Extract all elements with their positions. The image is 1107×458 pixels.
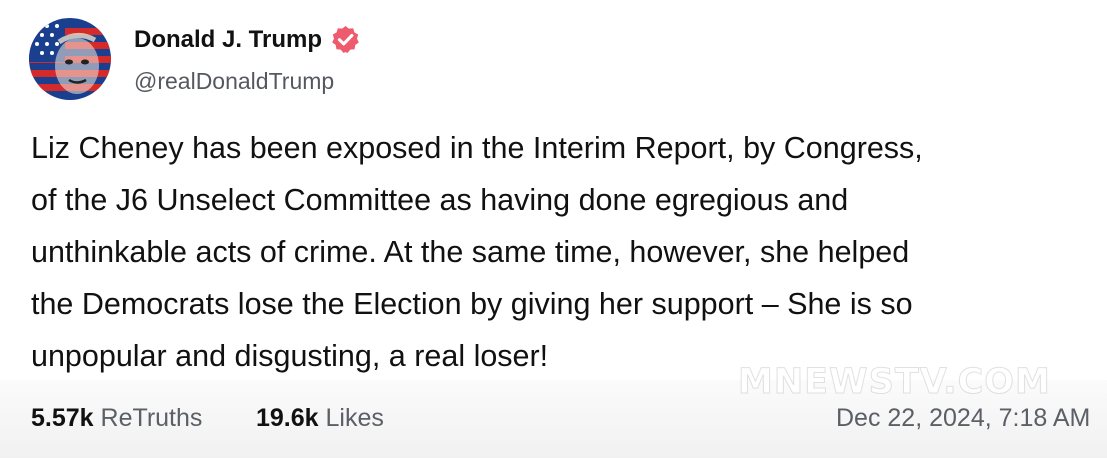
watermark: MNEWSTV.COM bbox=[738, 362, 1051, 403]
likes-label: Likes bbox=[325, 404, 384, 432]
retruths-label: ReTruths bbox=[100, 404, 203, 432]
avatar[interactable] bbox=[29, 18, 111, 100]
post-card: Donald J. Trump @realDonaldTrump Liz Che… bbox=[0, 0, 1107, 458]
author-name-row: Donald J. Trump bbox=[134, 24, 361, 55]
post-text: Liz Cheney has been exposed in the Inter… bbox=[31, 131, 923, 373]
verified-badge-icon bbox=[330, 24, 361, 55]
avatar-flag-portrait-icon bbox=[29, 18, 111, 100]
retruths-count: 5.57k bbox=[31, 404, 94, 432]
author-display-name[interactable]: Donald J. Trump bbox=[134, 26, 322, 54]
post-timestamp: Dec 22, 2024, 7:18 AM bbox=[836, 404, 1091, 432]
likes-count: 19.6k bbox=[256, 404, 319, 432]
retruths-stat[interactable]: 5.57k ReTruths bbox=[31, 404, 202, 433]
likes-stat[interactable]: 19.6k Likes bbox=[256, 404, 384, 433]
author-handle[interactable]: @realDonaldTrump bbox=[134, 68, 334, 95]
